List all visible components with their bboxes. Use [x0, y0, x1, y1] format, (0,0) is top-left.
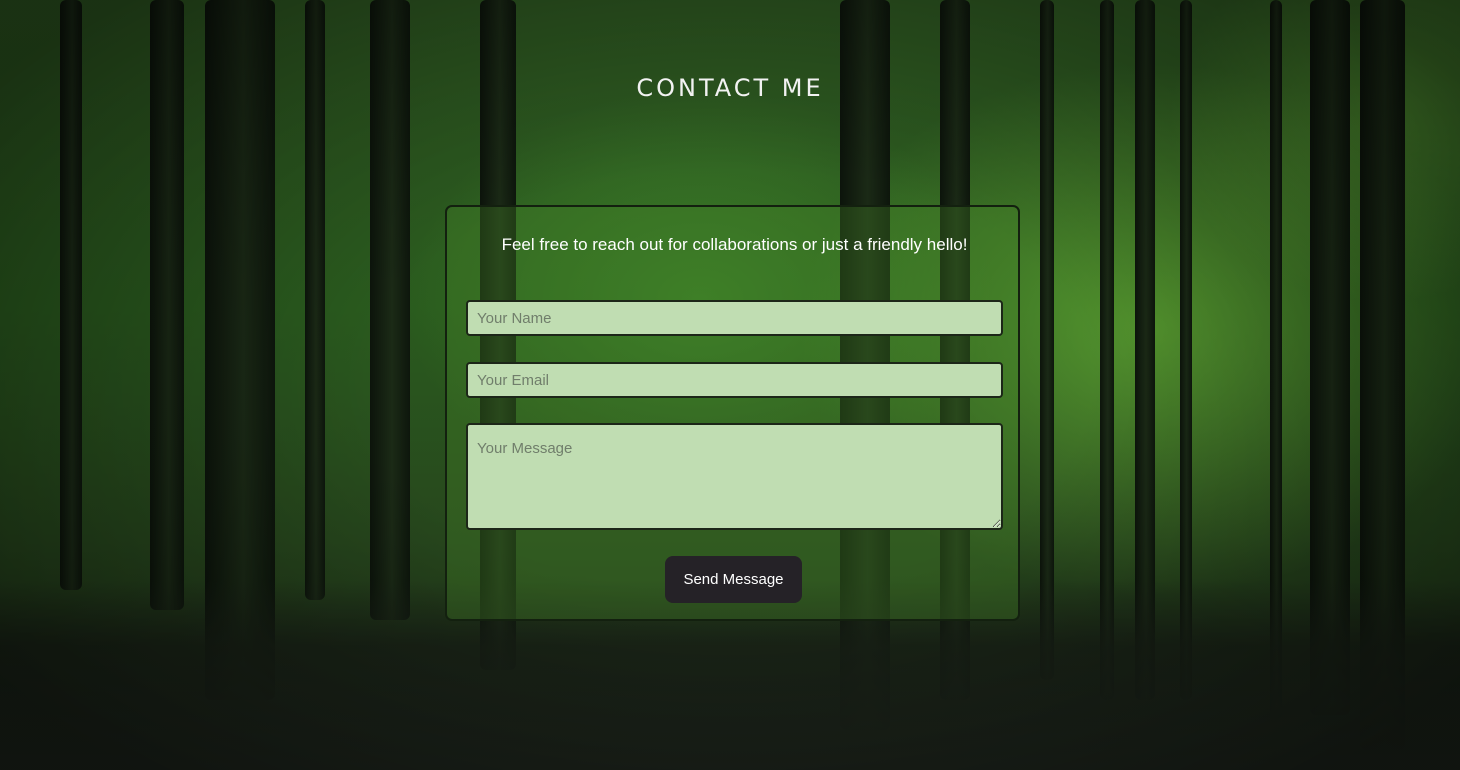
- page-title: CONTACT ME: [636, 74, 824, 102]
- send-message-button[interactable]: Send Message: [665, 556, 802, 603]
- form-intro-text: Feel free to reach out for collaboration…: [501, 235, 968, 254]
- message-textarea[interactable]: [466, 423, 1003, 530]
- contact-form: Feel free to reach out for collaboration…: [445, 205, 1020, 621]
- name-input[interactable]: [466, 300, 1003, 336]
- email-input[interactable]: [466, 362, 1003, 398]
